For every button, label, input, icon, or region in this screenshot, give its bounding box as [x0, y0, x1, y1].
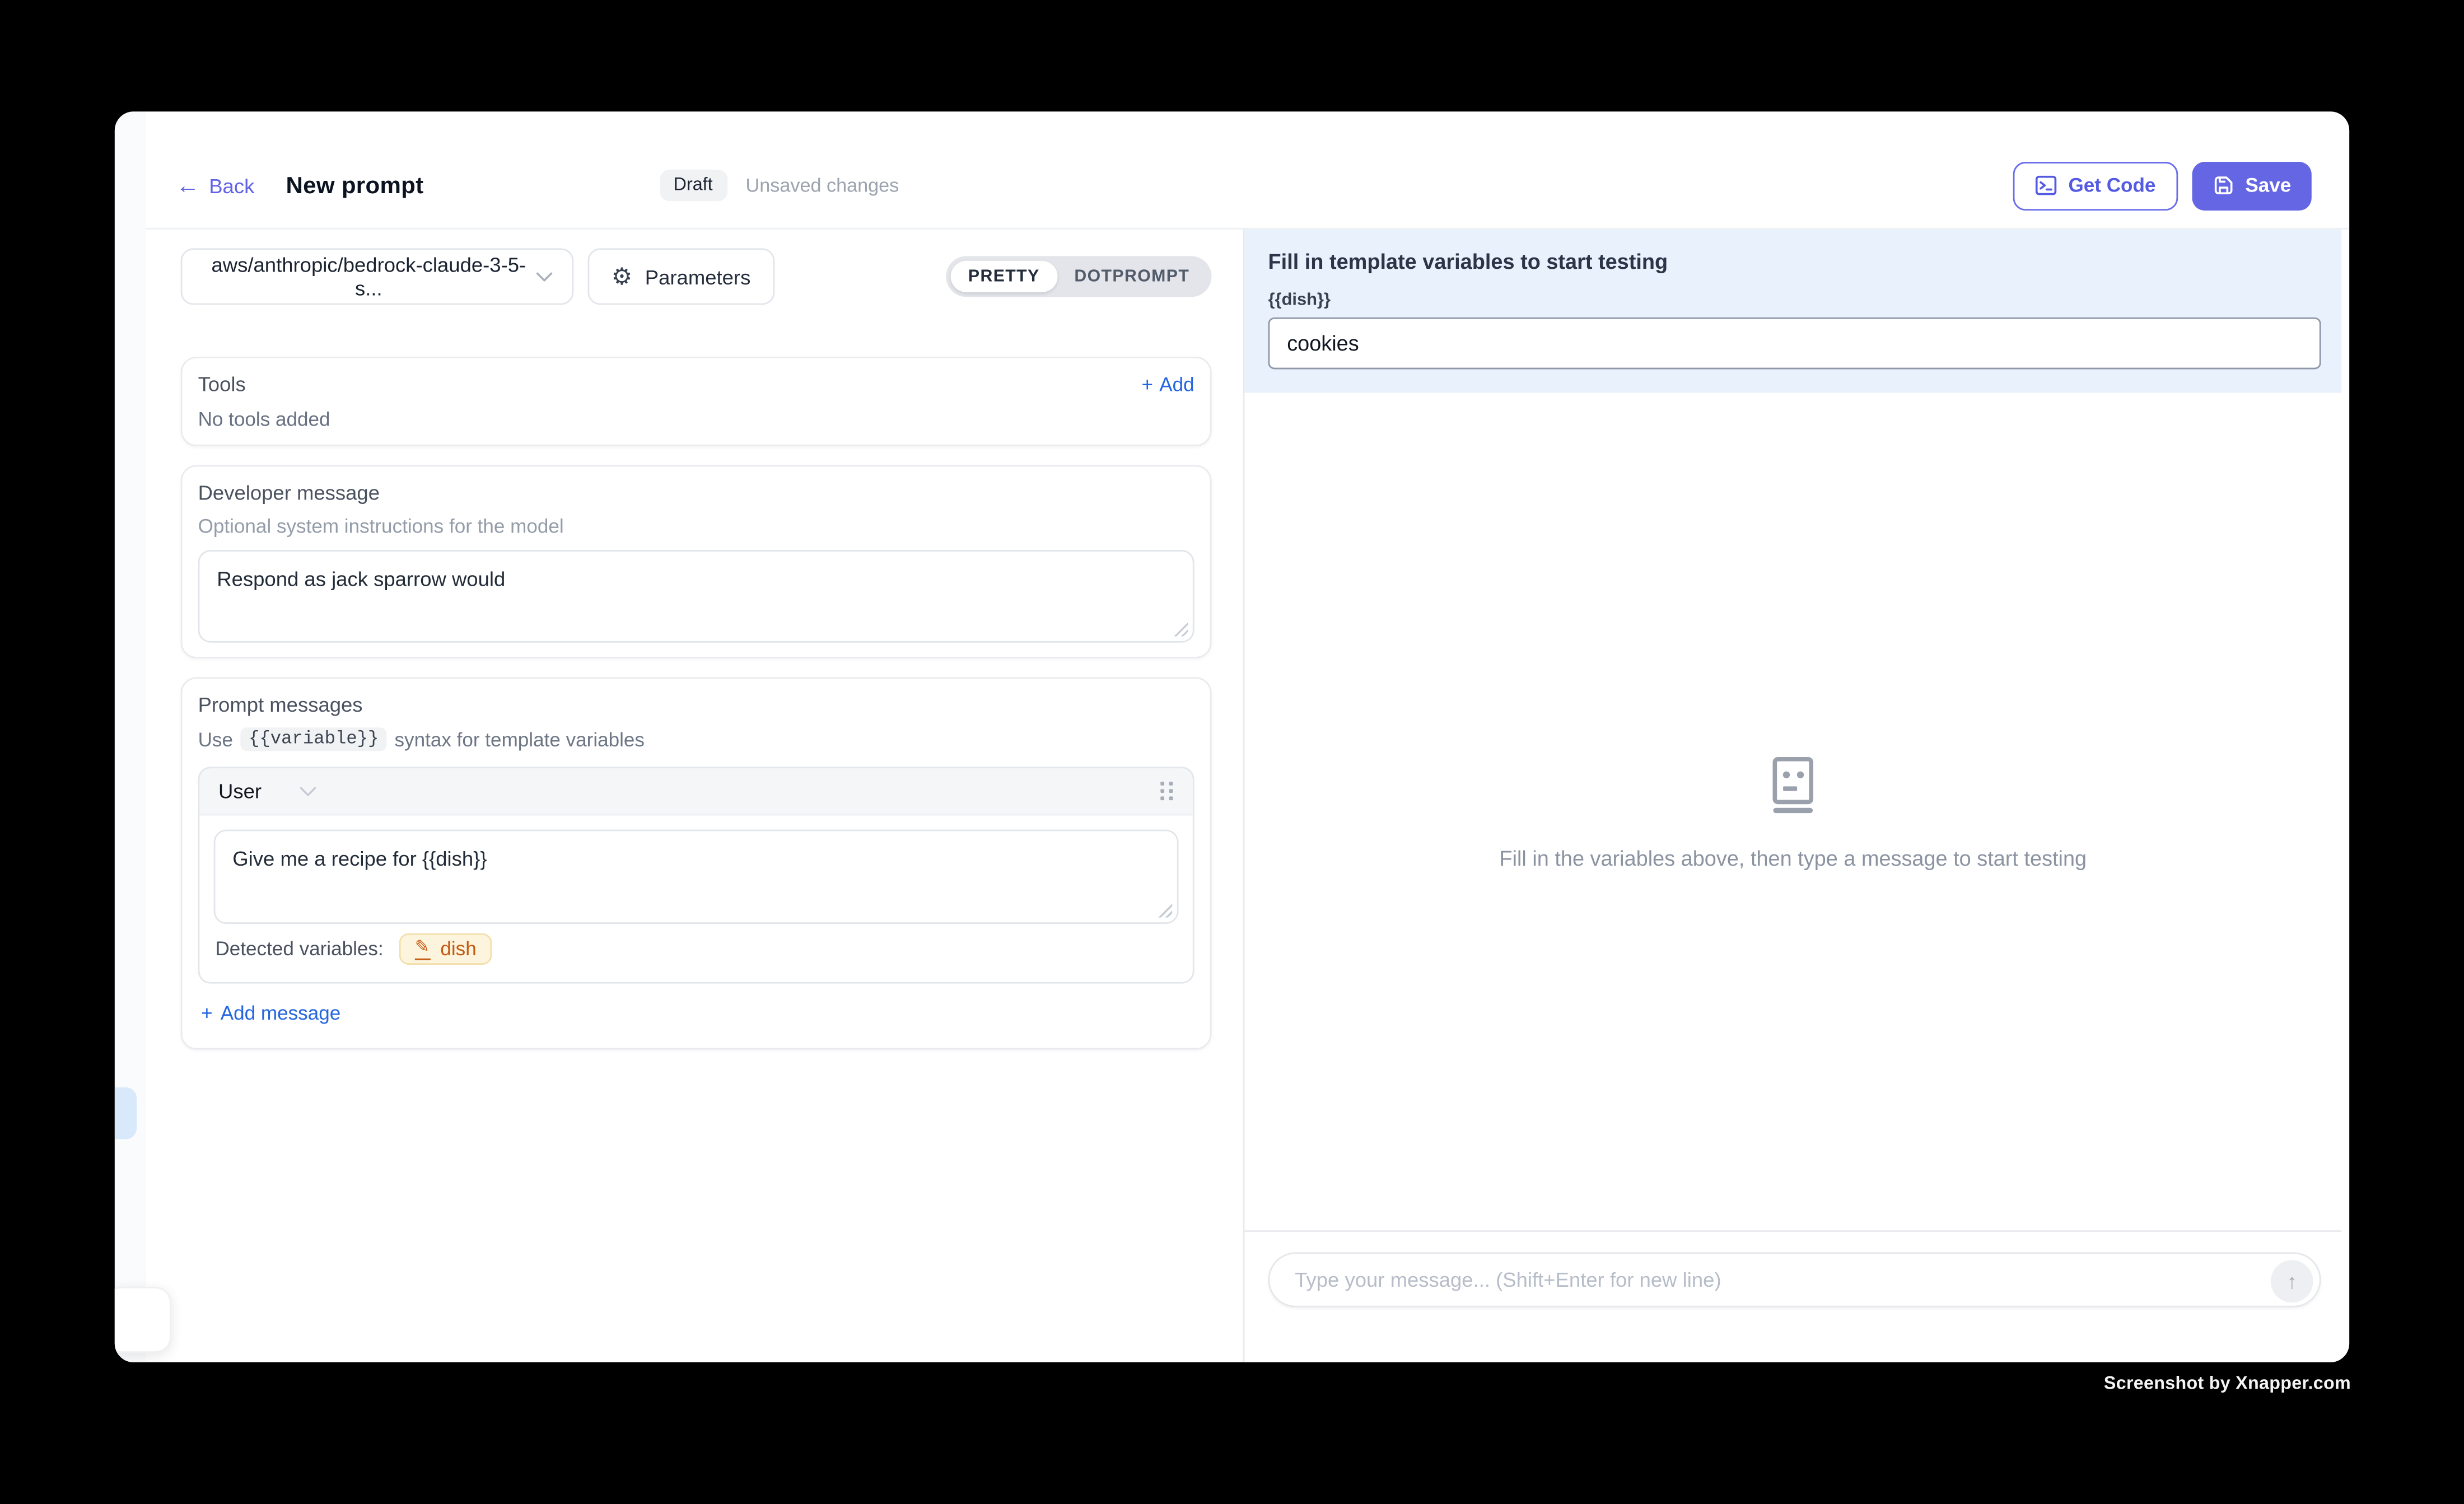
gear-icon: ⚙: [612, 265, 633, 288]
variable-chip-label: dish: [440, 938, 476, 960]
hint-prefix: Use: [198, 728, 233, 750]
message-block: User: [198, 767, 1194, 983]
plus-icon: +: [1141, 373, 1153, 395]
robot-icon: [1760, 754, 1826, 820]
back-button[interactable]: ← Back: [176, 174, 254, 197]
message-header: User: [199, 768, 1192, 815]
add-message-button[interactable]: + Add message: [201, 1002, 1194, 1024]
variables-bar-title: Fill in template variables to start test…: [1268, 250, 2321, 273]
detected-variables-label: Detected variables:: [215, 938, 383, 960]
plus-icon: +: [201, 1002, 213, 1024]
add-tool-button[interactable]: + Add: [1141, 373, 1194, 395]
model-selector-value: aws/anthropic/bedrock-claude-3-5-s...: [201, 253, 536, 300]
hint-suffix: syntax for template variables: [395, 728, 645, 750]
template-syntax-hint: Use {{variable}} syntax for template var…: [198, 727, 1194, 751]
status-badge: Draft: [659, 170, 726, 201]
toggle-pretty[interactable]: PRETTY: [951, 261, 1057, 292]
test-panel: Fill in template variables to start test…: [1243, 230, 2350, 1362]
empty-state: Fill in the variables above, then type a…: [1244, 393, 2341, 1231]
developer-message-title: Developer message: [198, 481, 1194, 505]
sidebar-active-indicator[interactable]: [115, 1087, 137, 1139]
variable-chip-dish[interactable]: ✎ dish: [399, 933, 492, 965]
format-toggle: PRETTY DOTPROMPT: [946, 256, 1212, 297]
get-code-button[interactable]: Get Code: [2013, 161, 2177, 210]
model-selector[interactable]: aws/anthropic/bedrock-claude-3-5-s...: [181, 248, 574, 305]
unsaved-changes-label: Unsaved changes: [746, 174, 899, 196]
add-message-label: Add message: [221, 1002, 340, 1024]
empty-state-text: Fill in the variables above, then type a…: [1499, 846, 2087, 870]
tools-card: Tools + Add No tools added: [181, 357, 1212, 446]
terminal-icon: [2036, 174, 2057, 196]
message-content-input[interactable]: Give me a recipe for {{dish}}: [214, 830, 1179, 924]
save-label: Save: [2245, 174, 2291, 196]
page-title: New prompt: [286, 172, 423, 199]
chat-message-input[interactable]: [1270, 1268, 2319, 1292]
send-button[interactable]: ↑: [2271, 1259, 2313, 1302]
parameters-label: Parameters: [645, 265, 751, 288]
parameters-button[interactable]: ⚙ Parameters: [587, 248, 774, 305]
composer-bar: ↑: [1244, 1230, 2341, 1362]
chevron-down-icon: [536, 271, 553, 282]
save-button[interactable]: Save: [2192, 161, 2312, 210]
drag-handle-icon[interactable]: [1160, 781, 1174, 801]
variable-key-label: {{dish}}: [1268, 291, 2321, 310]
prompt-messages-card: Prompt messages Use {{variable}} syntax …: [181, 677, 1212, 1049]
add-tool-label: Add: [1159, 373, 1194, 395]
collapsed-sidebar: [115, 111, 146, 1362]
back-arrow-icon: ←: [176, 174, 199, 197]
save-icon: [2212, 174, 2234, 196]
get-code-label: Get Code: [2069, 174, 2156, 196]
back-label: Back: [209, 174, 254, 197]
developer-message-card: Developer message Optional system instru…: [181, 465, 1212, 658]
prompt-messages-title: Prompt messages: [198, 693, 1194, 716]
variable-value-input[interactable]: [1268, 317, 2321, 370]
app-window: ← Back New prompt Draft Unsaved changes …: [115, 111, 2349, 1362]
developer-message-subtitle: Optional system instructions for the mod…: [198, 515, 1194, 537]
developer-message-input[interactable]: Respond as jack sparrow would: [198, 550, 1194, 643]
toggle-dotprompt[interactable]: DOTPROMPT: [1057, 261, 1207, 292]
sidebar-popover-card: [115, 1287, 171, 1353]
variable-syntax-chip: {{variable}}: [241, 727, 386, 751]
watermark-text: Screenshot by Xnapper.com: [2104, 1375, 2351, 1394]
role-selector[interactable]: User: [218, 779, 262, 803]
edit-pencil-icon: ✎: [415, 938, 431, 960]
header-bar: ← Back New prompt Draft Unsaved changes …: [146, 111, 2349, 229]
send-arrow-icon: ↑: [2287, 1269, 2297, 1292]
tools-empty-text: No tools added: [198, 409, 1194, 431]
template-variables-bar: Fill in template variables to start test…: [1244, 230, 2341, 393]
tools-title: Tools: [198, 372, 246, 396]
chevron-down-icon: [299, 785, 318, 797]
prompt-editor-panel: aws/anthropic/bedrock-claude-3-5-s... ⚙ …: [146, 230, 1243, 1362]
